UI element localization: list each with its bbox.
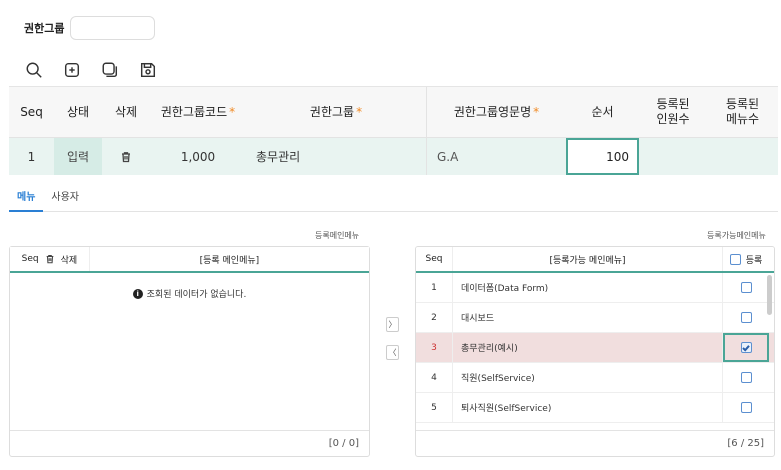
item-checkbox-cell[interactable] [723,303,769,332]
register-checkbox[interactable] [740,402,752,413]
col-menus-label: 등록된 메뉴수 [725,97,760,126]
right-col-name: [등록가능 메인메뉴] [453,247,723,271]
cell-seq: 1 [27,149,36,164]
right-col-register-label: 등록 [745,255,763,266]
tab-menu[interactable]: 메뉴 [9,187,44,212]
cell-ename[interactable]: G.A [426,138,566,175]
add-icon[interactable] [62,60,82,80]
available-menu-panel: Seq [등록가능 메인메뉴] 등록 1 데이터폼(Data Form) 2 대시보드… [415,246,775,457]
search-bar: 권한그룹 [24,16,156,40]
right-panel-count: [6 / 25] [416,430,774,456]
required-mark: * [533,104,540,119]
col-code: 권한그룹코드 * [150,87,246,137]
register-checkbox[interactable] [740,312,752,323]
vertical-scrollbar[interactable] [767,275,772,315]
left-col-seq: Seq [21,254,39,264]
item-name: 퇴사직원(SelfService) [453,393,723,422]
item-checkbox-cell[interactable] [723,363,769,392]
tab-users[interactable]: 사용자 [43,187,87,212]
cell-name[interactable]: 총무관리 [246,138,426,175]
left-col-seq-delete: Seq 삭제 [10,247,90,271]
col-ename-label: 권한그룹영문명 [453,104,532,119]
trash-icon[interactable] [45,254,55,264]
list-item[interactable]: 3 총무관리(예시) [416,333,774,363]
col-menus: 등록된 메뉴수 [707,87,778,137]
item-checkbox-cell[interactable] [723,393,769,422]
toolbar [24,60,158,80]
right-panel-header: Seq [등록가능 메인메뉴] 등록 [416,247,774,273]
left-panel-count: [0 / 0] [10,430,369,456]
move-left-button[interactable]: 〈 [386,345,399,360]
col-name-label: 권한그룹 [309,104,355,119]
empty-message-text: 조회된 데이터가 없습니다. [146,290,247,300]
registered-menu-panel: Seq 삭제 [등록 메인메뉴] i 조회된 데이터가 없습니다. [0 / 0… [9,246,370,457]
col-delete: 삭제 [114,104,138,119]
right-col-register: 등록 [723,247,769,271]
order-input[interactable]: 100 [566,138,639,175]
col-status: 상태 [66,104,90,119]
cell-members [639,138,707,175]
item-name: 대시보드 [453,303,723,332]
item-seq: 1 [416,273,453,302]
left-panel-caption: 등록메인메뉴 [315,231,360,240]
trash-icon [122,151,130,162]
col-members-label: 등록된 인원수 [656,97,690,126]
list-item[interactable]: 2 대시보드 [416,303,774,333]
table-row[interactable]: 1 입력 1,000 총무관리 G.A 100 [9,138,778,175]
list-item[interactable]: 5 퇴사직원(SelfService) [416,393,774,423]
available-menu-list: 1 데이터폼(Data Form) 2 대시보드 3 총무관리(예시) 4 직원(SelfSe… [416,273,774,423]
left-col-name: [등록 메인메뉴] [199,255,260,266]
search-label: 권한그룹 [24,22,65,35]
item-seq: 2 [416,303,453,332]
copy-icon[interactable] [100,60,120,80]
check-icon [742,344,750,352]
item-checkbox-cell[interactable] [723,273,769,302]
auth-group-search-input[interactable] [70,16,156,40]
empty-message: i 조회된 데이터가 없습니다. [10,287,369,300]
item-name: 데이터폼(Data Form) [453,273,723,302]
move-right-button[interactable]: 〉 [386,317,399,332]
search-icon[interactable] [24,60,44,80]
col-order: 순서 [591,104,614,119]
register-checkbox[interactable] [740,342,752,353]
item-seq: 3 [416,333,453,362]
right-panel-caption: 등록가능메인메뉴 [707,231,766,240]
col-seq: Seq [20,104,43,119]
left-panel-header: Seq 삭제 [등록 메인메뉴] [10,247,369,273]
auth-group-grid: Seq 상태 삭제 권한그룹코드 * 권한그룹 * 권한그룹영문명 * 순서 등록된 … [9,86,778,175]
col-ename: 권한그룹영문명 * [426,87,566,137]
info-icon: i [132,288,143,299]
select-all-checkbox[interactable] [729,253,741,265]
register-checkbox[interactable] [740,372,752,383]
item-name: 직원(SelfService) [453,363,723,392]
required-mark: * [356,104,363,119]
required-mark: * [229,104,236,119]
list-item[interactable]: 4 직원(SelfService) [416,363,774,393]
detail-tabs: 메뉴 사용자 [9,187,778,212]
item-checkbox-cell[interactable] [723,333,769,362]
item-seq: 4 [416,363,453,392]
col-members: 등록된 인원수 [639,87,707,137]
cell-code[interactable]: 1,000 [150,138,246,175]
item-name: 총무관리(예시) [453,333,723,362]
cell-status: 입력 [54,138,102,175]
cell-menus [707,138,778,175]
register-checkbox[interactable] [740,282,752,293]
col-name: 권한그룹 * [246,87,426,137]
col-code-label: 권한그룹코드 [160,104,228,119]
item-seq: 5 [416,393,453,422]
list-item[interactable]: 1 데이터폼(Data Form) [416,273,774,303]
save-icon[interactable] [138,60,158,80]
left-col-delete: 삭제 [60,255,78,266]
delete-row-button[interactable] [102,138,150,175]
grid-header: Seq 상태 삭제 권한그룹코드 * 권한그룹 * 권한그룹영문명 * 순서 등록된 … [9,87,778,138]
right-col-seq: Seq [416,247,453,271]
